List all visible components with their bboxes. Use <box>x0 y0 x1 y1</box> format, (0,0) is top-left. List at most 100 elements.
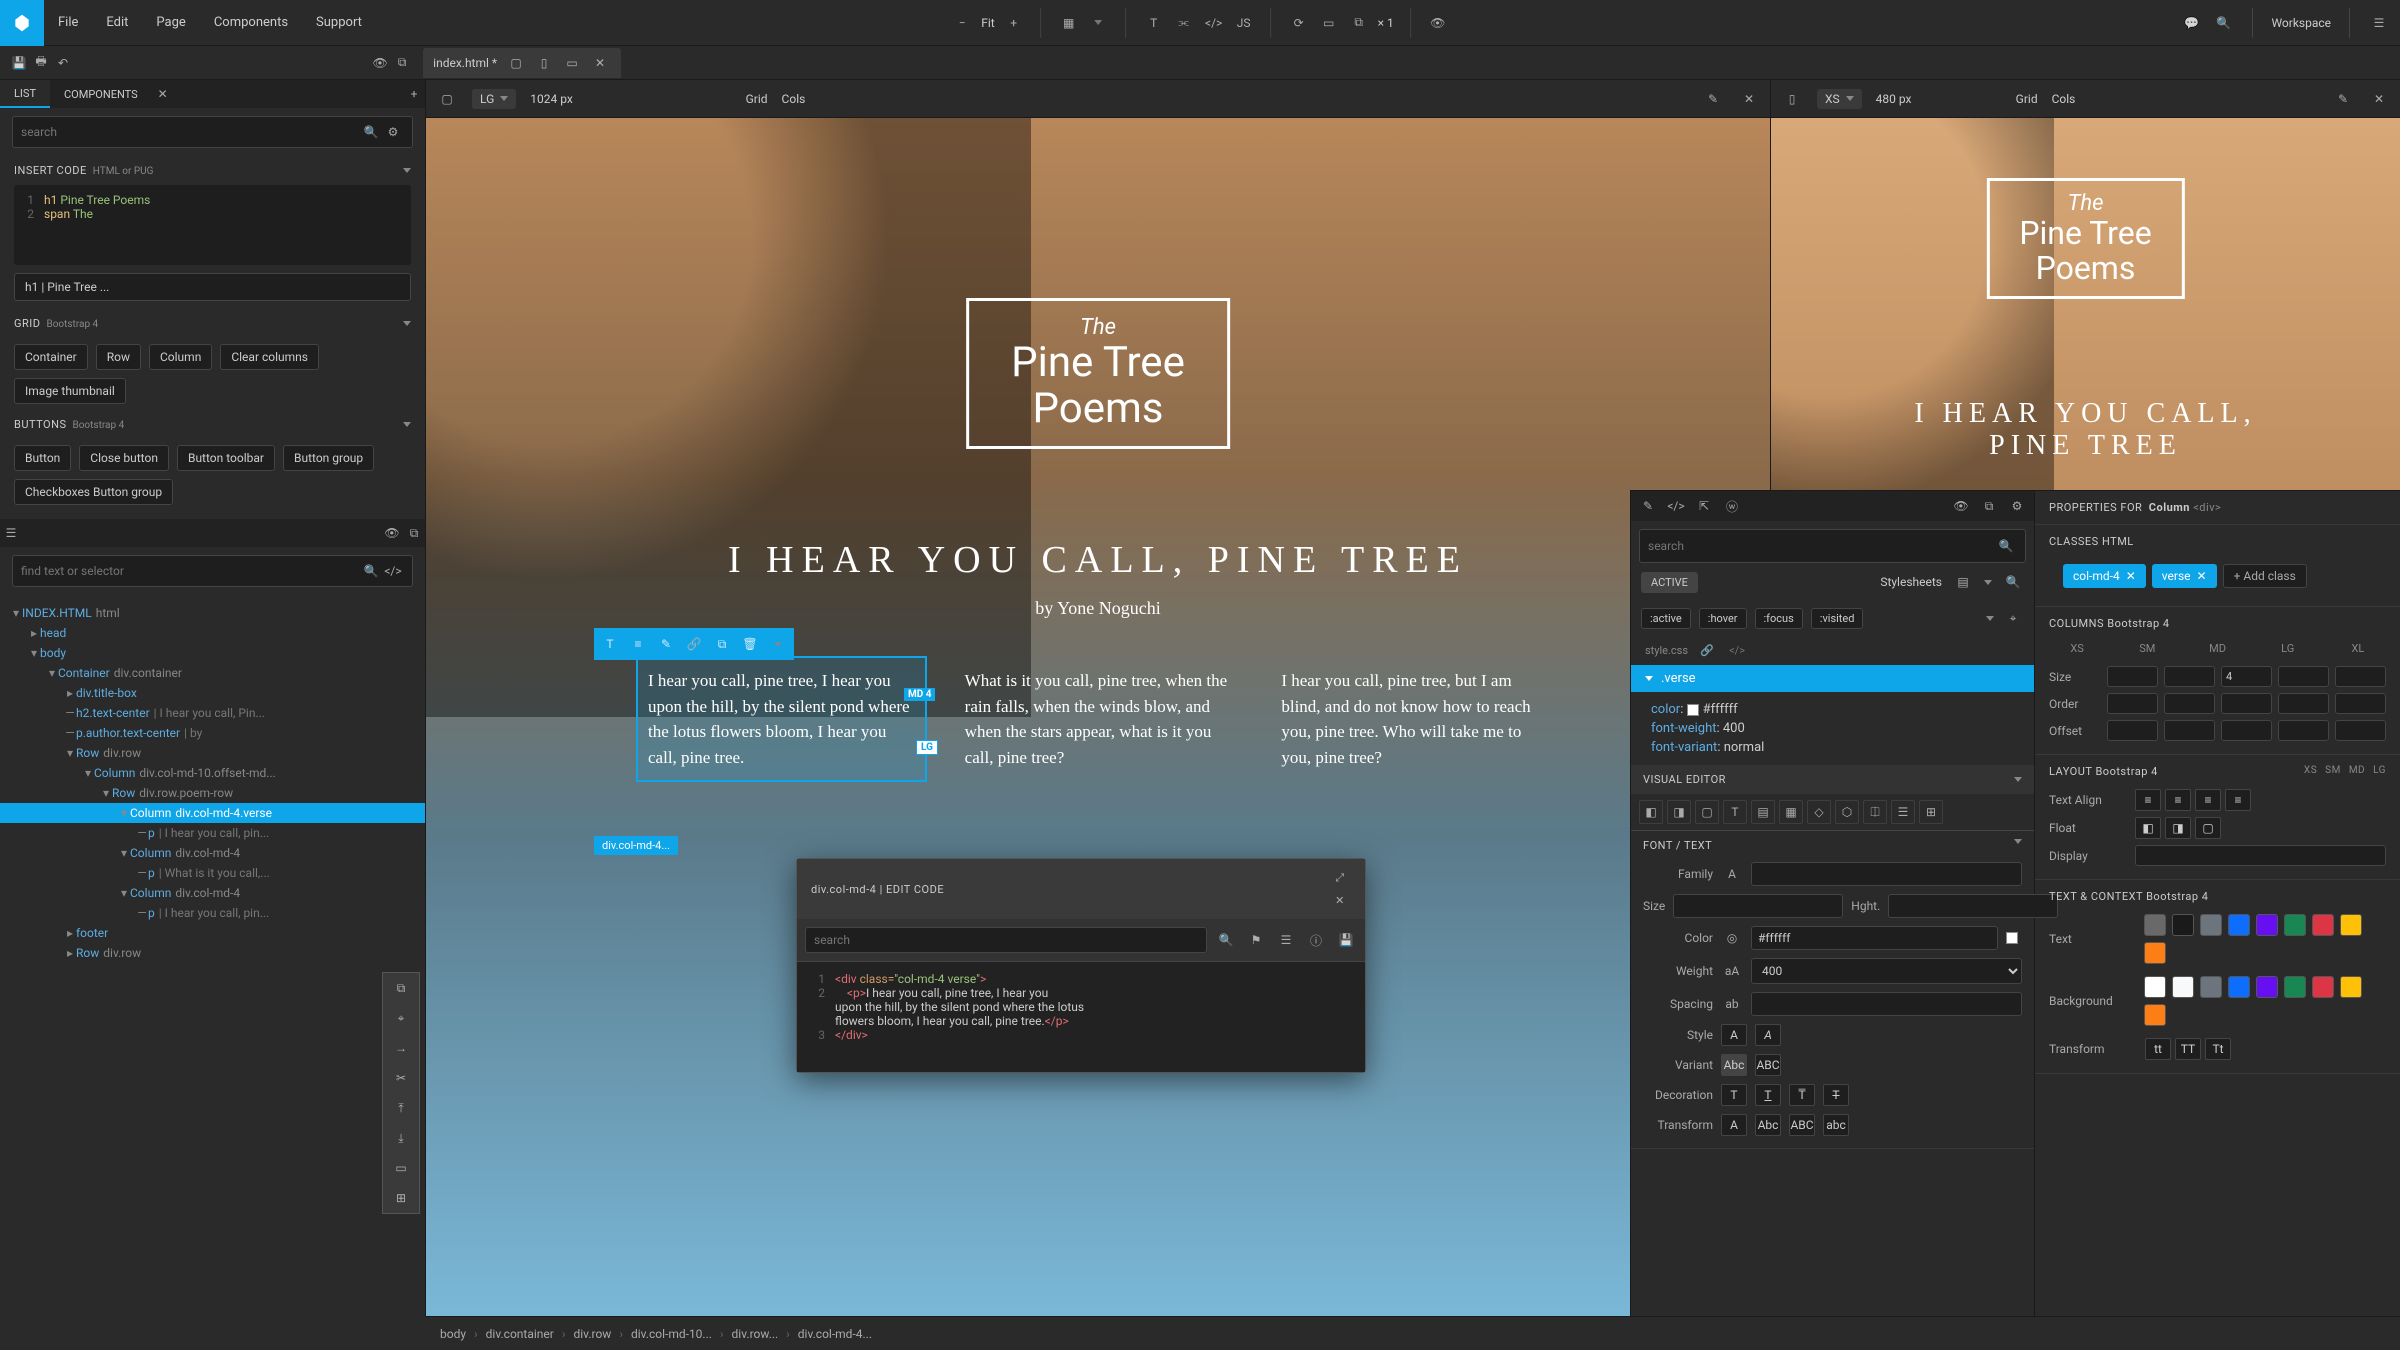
code-icon[interactable]: </> <box>1665 495 1687 517</box>
height-input[interactable] <box>1888 894 2058 918</box>
print-icon[interactable]: 🖶 <box>30 52 52 74</box>
grid-section[interactable]: GRIDBootstrap 4 <box>0 309 425 338</box>
visibility-icon[interactable]: 👁 <box>1427 12 1449 34</box>
ve-icon[interactable]: ☰ <box>1891 800 1915 824</box>
add-class[interactable]: + Add class <box>2223 564 2307 588</box>
btn-button-toolbar[interactable]: Button toolbar <box>177 445 275 471</box>
save-icon[interactable]: 💾 <box>1335 929 1357 951</box>
device-selector-xs[interactable]: XS <box>1817 89 1862 109</box>
duplicate-icon[interactable]: ⧉ <box>709 631 735 657</box>
grid-toggle[interactable]: Grid <box>746 92 768 106</box>
color-swatch[interactable] <box>2228 976 2250 998</box>
close-viewport-icon[interactable]: ✕ <box>1738 88 1760 110</box>
verse-1[interactable]: I hear you call, pine tree, I hear you u… <box>638 658 925 780</box>
pseudo-active[interactable]: :active <box>1641 608 1691 629</box>
export-icon[interactable]: ⇱ <box>1693 495 1715 517</box>
btn-close-button[interactable]: Close button <box>79 445 169 471</box>
search-icon[interactable]: 🔍 <box>360 121 382 143</box>
pseudo-visited[interactable]: :visited <box>1811 608 1864 629</box>
ve-icon[interactable]: ▤ <box>1751 800 1775 824</box>
weight-select[interactable]: 400 <box>1751 958 2022 984</box>
color-swatch[interactable] <box>2144 1004 2166 1026</box>
settings-icon[interactable]: ⚙ <box>382 121 404 143</box>
color-swatch[interactable] <box>2340 976 2362 998</box>
offset-sm[interactable] <box>2164 720 2215 741</box>
btn-image-thumbnail[interactable]: Image thumbnail <box>14 378 126 404</box>
tree-row[interactable]: —p | What is it you call,... <box>0 863 425 883</box>
stylesheet-icon[interactable]: ▤ <box>1952 571 1974 593</box>
close-tab-icon[interactable]: ✕ <box>589 52 611 74</box>
btn-row[interactable]: Row <box>96 344 141 370</box>
edit-code-search[interactable] <box>805 927 1207 953</box>
chat-icon[interactable]: 💬 <box>2180 12 2202 34</box>
align-left[interactable]: ≡ <box>2135 789 2161 811</box>
more-icon[interactable] <box>765 631 791 657</box>
color-swatch[interactable] <box>2256 914 2278 936</box>
dec-overline[interactable]: T̅ <box>1789 1084 1815 1106</box>
display-input[interactable] <box>2135 845 2386 866</box>
tree-row[interactable]: —h2.text-center | I hear you call, Pin..… <box>0 703 425 723</box>
text-tool-icon[interactable]: T <box>1143 12 1165 34</box>
tree-row[interactable]: ▸footer <box>0 923 425 943</box>
prop-font-variant[interactable]: font-variant: normal <box>1651 738 2014 757</box>
color-swatch[interactable] <box>2144 942 2166 964</box>
prop-color[interactable]: color: #ffffff <box>1651 700 2014 719</box>
css-rule[interactable]: .verse <box>1631 665 2034 692</box>
font-icon[interactable]: A <box>1721 863 1743 885</box>
file-tab[interactable]: index.html * ▢ ▯ ▭ ✕ <box>423 48 621 78</box>
order-sm[interactable] <box>2164 693 2215 714</box>
tree-row[interactable]: ▾Column div.col-md-4 <box>0 843 425 863</box>
ve-icon[interactable]: ⎅ <box>1863 800 1887 824</box>
menu-file[interactable]: File <box>44 0 92 46</box>
insert-code-editor[interactable]: 1h1 Pine Tree Poems 2 span The <box>14 185 411 265</box>
color-swatch[interactable] <box>2144 914 2166 936</box>
offset-lg[interactable] <box>2278 720 2329 741</box>
wrap-icon[interactable]: ▭ <box>383 1153 419 1183</box>
menu-icon[interactable]: ☰ <box>1275 929 1297 951</box>
link-icon[interactable]: ⫘ <box>1173 12 1195 34</box>
workspace-label[interactable]: Workspace <box>2271 16 2331 30</box>
tree-row[interactable]: ▾body <box>0 643 425 663</box>
verse-3[interactable]: I hear you call, pine tree, but I am bli… <box>1271 658 1558 780</box>
grid-icon[interactable]: ▦ <box>1058 12 1080 34</box>
family-input[interactable] <box>1751 862 2022 886</box>
code-icon[interactable]: </> <box>382 560 404 582</box>
wordpress-icon[interactable]: ⓦ <box>1721 495 1743 517</box>
style-normal[interactable]: A <box>1721 1024 1747 1046</box>
tree-row[interactable]: —p | I hear you call, pin... <box>0 823 425 843</box>
btn-clear-columns[interactable]: Clear columns <box>220 344 319 370</box>
link-icon[interactable]: 🔗 <box>1696 639 1718 661</box>
crumb[interactable]: body <box>440 1327 466 1341</box>
class-chip[interactable]: col-md-4✕ <box>2063 564 2146 588</box>
picker-icon[interactable]: ◎ <box>1721 927 1743 949</box>
prop-font-weight[interactable]: font-weight: 400 <box>1651 719 2014 738</box>
color-swatch[interactable] <box>2200 976 2222 998</box>
tr-cap[interactable]: Abc <box>1755 1114 1781 1136</box>
search-icon[interactable]: 🔍 <box>1995 535 2017 557</box>
move-right-icon[interactable]: → <box>383 1033 419 1063</box>
dec-strike[interactable]: T <box>1823 1084 1849 1106</box>
brush-icon[interactable]: ✎ <box>1637 495 1659 517</box>
size-xs[interactable] <box>2107 666 2158 687</box>
color-swatch[interactable] <box>2256 976 2278 998</box>
ve-icon[interactable]: ▢ <box>1695 800 1719 824</box>
dec-none[interactable]: T <box>1721 1084 1747 1106</box>
color-swatch[interactable] <box>2200 914 2222 936</box>
align-center[interactable]: ≡ <box>2165 789 2191 811</box>
component-search[interactable]: 🔍 ⚙ <box>12 116 413 148</box>
size-md[interactable] <box>2221 666 2272 687</box>
dec-underline[interactable]: T <box>1755 1084 1781 1106</box>
add-tab-icon[interactable]: + <box>403 83 425 105</box>
refresh-icon[interactable]: ⟳ <box>1288 12 1310 34</box>
tr-none[interactable]: A <box>1721 1114 1747 1136</box>
ve-icon[interactable]: ▦ <box>1779 800 1803 824</box>
size-lg[interactable] <box>2278 666 2329 687</box>
offset-xl[interactable] <box>2335 720 2386 741</box>
search-icon[interactable]: 🔍 <box>360 560 382 582</box>
flag-icon[interactable]: ⚑ <box>1245 929 1267 951</box>
variant-smallcaps[interactable]: ABC <box>1755 1054 1781 1076</box>
search-icon[interactable]: 🔍 <box>1215 929 1237 951</box>
order-md[interactable] <box>2221 693 2272 714</box>
info-icon[interactable]: ⓘ <box>1305 929 1327 951</box>
copy-icon[interactable]: ⧉ <box>403 522 425 544</box>
